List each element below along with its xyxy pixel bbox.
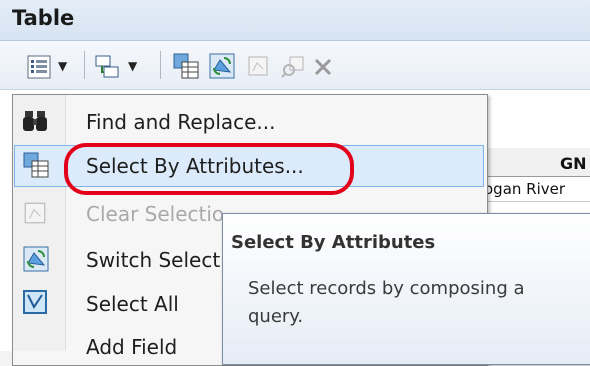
switch-selection-icon: [209, 53, 235, 79]
tooltip-body: Select records by composing a query.: [248, 278, 525, 327]
toolbar-separator: [84, 51, 85, 79]
binoculars-icon: [23, 111, 47, 131]
delete-selected-button[interactable]: [312, 56, 336, 80]
window-title: Table: [12, 6, 75, 30]
column-header-label: GN: [560, 154, 587, 173]
delete-selected-icon: [314, 58, 332, 76]
menu-item-label: Find and Replace...: [86, 110, 276, 134]
menu-item-label: Add Field: [86, 335, 178, 359]
menu-item-label: Switch Select: [86, 248, 221, 272]
clear-selection-icon: [24, 202, 46, 224]
select-all-icon: [23, 290, 47, 314]
select-by-attributes-button[interactable]: [172, 52, 202, 82]
table-cell-text: ogan River: [484, 180, 566, 198]
menu-item-label: Select All: [86, 292, 179, 316]
switch-selection-icon: [23, 246, 49, 272]
annotation-highlight-circle: [64, 143, 354, 195]
chevron-down-icon: ▼: [128, 59, 138, 73]
tooltip-title: Select By Attributes: [231, 232, 436, 253]
menu-item-label: Clear Selectio: [86, 202, 225, 226]
window-title-bar: [0, 0, 590, 41]
toolbar-separator: [160, 51, 161, 79]
related-tables-button[interactable]: ▼: [92, 52, 144, 82]
table-options-icon: [27, 55, 51, 79]
table-options-button[interactable]: ▼: [24, 52, 70, 82]
chevron-down-icon: ▼: [58, 59, 68, 73]
select-by-attributes-icon: [23, 152, 49, 178]
select-by-attributes-icon: [173, 53, 199, 79]
zoom-to-selected-button[interactable]: [280, 54, 306, 80]
zoom-to-selected-icon: [281, 56, 304, 78]
clear-selection-button[interactable]: [246, 54, 272, 80]
switch-selection-button[interactable]: [208, 52, 238, 82]
clear-selection-icon: [248, 56, 268, 76]
related-tables-icon: [95, 55, 119, 78]
